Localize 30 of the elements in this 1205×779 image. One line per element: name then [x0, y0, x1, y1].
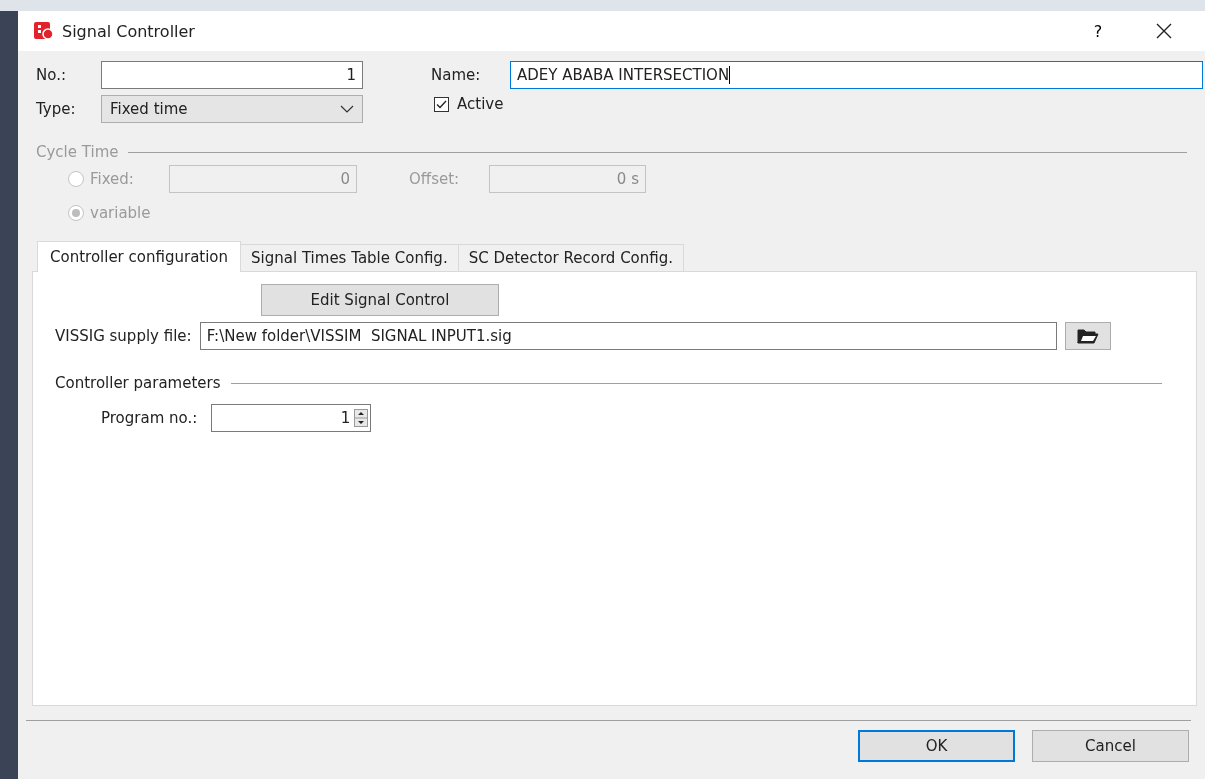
tab[interactable]: SC Detector Record Config.	[457, 244, 685, 271]
number-label: No.:	[36, 66, 67, 84]
dialog-button[interactable]: OK	[858, 730, 1015, 762]
active-label: Active	[457, 95, 504, 113]
cycle-time-label: Cycle Time	[36, 143, 119, 161]
help-button[interactable]: ?	[1075, 13, 1121, 49]
program-number-spinbox[interactable]: 1	[211, 404, 372, 432]
folder-icon	[1076, 328, 1099, 344]
supply-file-field[interactable]: F:\New folder\VISSIM SIGNAL INPUT1.sig	[199, 322, 1057, 350]
window-title: Signal Controller	[62, 21, 195, 41]
radio-label: Fixed:	[90, 170, 135, 188]
app-icon	[34, 22, 54, 40]
supply-file-label: VISSIG supply file:	[55, 327, 192, 345]
radio-label: variable	[90, 204, 152, 222]
type-label: Type:	[36, 100, 77, 118]
active-checkbox[interactable]	[434, 96, 449, 112]
name-field[interactable]: ADEY ABABA INTERSECTION	[510, 61, 1203, 89]
chevron-down-icon	[340, 105, 354, 113]
edit-signal-control-button[interactable]: Edit Signal Control	[261, 284, 499, 316]
tab[interactable]: Controller configuration	[37, 241, 242, 272]
controller-parameters-label: Controller parameters	[55, 374, 221, 392]
name-label: Name:	[431, 66, 482, 84]
number-field[interactable]: 1	[101, 61, 363, 89]
browse-button[interactable]	[1064, 322, 1111, 350]
program-number-label: Program no.:	[101, 409, 198, 427]
dialog-button[interactable]: Cancel	[1032, 730, 1189, 762]
close-icon	[1155, 22, 1173, 40]
offset-label: Offset:	[409, 170, 461, 188]
type-dropdown[interactable]: Fixed time	[101, 95, 363, 123]
spin-arrows-icon	[354, 409, 369, 427]
